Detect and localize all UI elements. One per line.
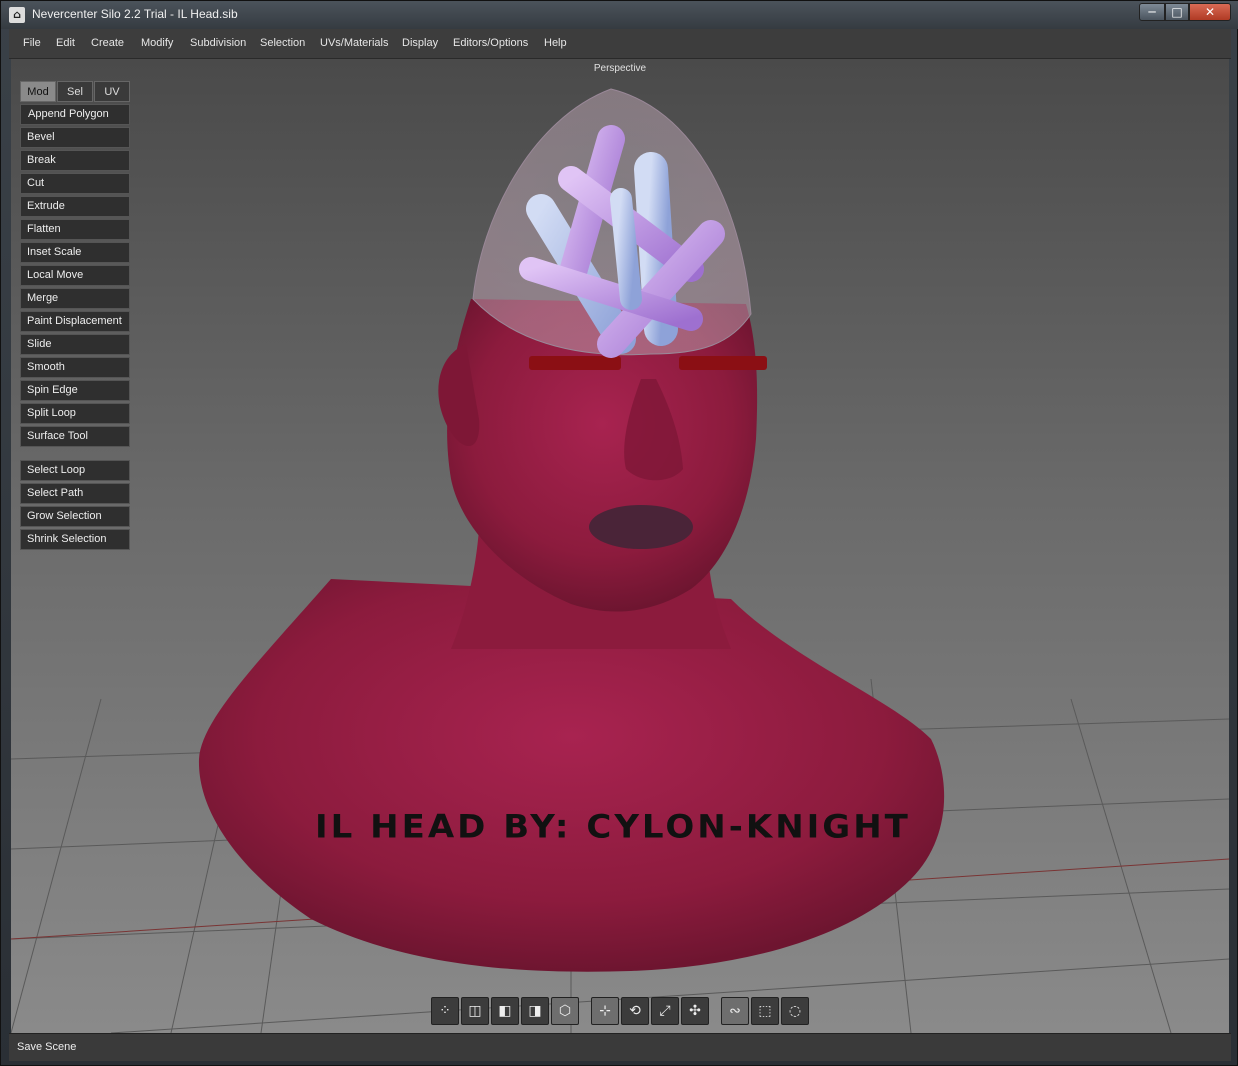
menu-subdivision[interactable]: Subdivision: [190, 37, 246, 49]
tool-inset-scale[interactable]: Inset Scale: [20, 242, 130, 263]
lasso-select-icon[interactable]: ∾: [721, 997, 749, 1025]
signature-text: IL HEAD BY: CYLON-KNIGHT: [315, 808, 911, 846]
tool-spin-edge[interactable]: Spin Edge: [20, 380, 130, 401]
face-select-icon[interactable]: ◧: [491, 997, 519, 1025]
tool-shrink-selection[interactable]: Shrink Selection: [20, 529, 130, 550]
tool-select-loop[interactable]: Select Loop: [20, 460, 130, 481]
tool-extrude[interactable]: Extrude: [20, 196, 130, 217]
tab-sel[interactable]: Sel: [57, 81, 93, 102]
maximize-button[interactable]: □: [1165, 3, 1189, 21]
menu-create[interactable]: Create: [91, 37, 124, 49]
window-title: Nevercenter Silo 2.2 Trial - IL Head.sib: [32, 7, 238, 21]
menu-modify[interactable]: Modify: [141, 37, 173, 49]
tool-cut[interactable]: Cut: [20, 173, 130, 194]
viewport-label: Perspective: [593, 63, 647, 74]
object-select-icon[interactable]: ◨: [521, 997, 549, 1025]
minimize-button[interactable]: ─: [1139, 3, 1165, 21]
tool-surface-tool[interactable]: Surface Tool: [20, 426, 130, 447]
menu-bar: File Edit Create Modify Subdivision Sele…: [9, 29, 1231, 59]
tool-bevel[interactable]: Bevel: [20, 127, 130, 148]
tool-select-path[interactable]: Select Path: [20, 483, 130, 504]
tool-merge[interactable]: Merge: [20, 288, 130, 309]
paint-select-icon[interactable]: ◌: [781, 997, 809, 1025]
menu-help[interactable]: Help: [544, 37, 567, 49]
tool-flatten[interactable]: Flatten: [20, 219, 130, 240]
menu-display[interactable]: Display: [402, 37, 438, 49]
status-bar: Save Scene: [9, 1033, 1231, 1061]
tab-uv[interactable]: UV: [94, 81, 130, 102]
tab-mod[interactable]: Mod: [20, 81, 56, 102]
rect-select-icon[interactable]: ⬚: [751, 997, 779, 1025]
menu-file[interactable]: File: [23, 37, 41, 49]
scene-render: [11, 88, 1229, 1033]
tool-grow-selection[interactable]: Grow Selection: [20, 506, 130, 527]
title-bar[interactable]: ⌂ Nevercenter Silo 2.2 Trial - IL Head.s…: [1, 1, 1238, 29]
tool-paint-displacement[interactable]: Paint Displacement: [20, 311, 130, 332]
transform-move-icon[interactable]: ⊹: [591, 997, 619, 1025]
tool-split-loop[interactable]: Split Loop: [20, 403, 130, 424]
app-window: ⌂ Nevercenter Silo 2.2 Trial - IL Head.s…: [0, 0, 1238, 1066]
left-eye-bar: [529, 356, 621, 370]
menu-editors-options[interactable]: Editors/Options: [453, 37, 528, 49]
edge-select-icon[interactable]: ◫: [461, 997, 489, 1025]
perspective-viewport[interactable]: Perspective: [11, 59, 1229, 1033]
tool-local-move[interactable]: Local Move: [20, 265, 130, 286]
right-eye-bar: [679, 356, 767, 370]
close-button[interactable]: ✕: [1189, 3, 1231, 21]
silo-app-icon[interactable]: ⌂: [9, 7, 25, 23]
transform-universal-icon[interactable]: ✣: [681, 997, 709, 1025]
tool-slide[interactable]: Slide: [20, 334, 130, 355]
subdivision-cage-icon[interactable]: ⬡: [551, 997, 579, 1025]
transform-scale-icon[interactable]: ⤢: [651, 997, 679, 1025]
tool-smooth[interactable]: Smooth: [20, 357, 130, 378]
lips: [589, 505, 693, 549]
transform-rotate-icon[interactable]: ⟲: [621, 997, 649, 1025]
menu-selection[interactable]: Selection: [260, 37, 305, 49]
status-text: Save Scene: [17, 1041, 77, 1053]
menu-uvs-materials[interactable]: UVs/Materials: [320, 37, 388, 49]
vertex-select-icon[interactable]: ⁘: [431, 997, 459, 1025]
menu-edit[interactable]: Edit: [56, 37, 75, 49]
tool-break[interactable]: Break: [20, 150, 130, 171]
tool-append-polygon[interactable]: Append Polygon: [20, 104, 130, 125]
